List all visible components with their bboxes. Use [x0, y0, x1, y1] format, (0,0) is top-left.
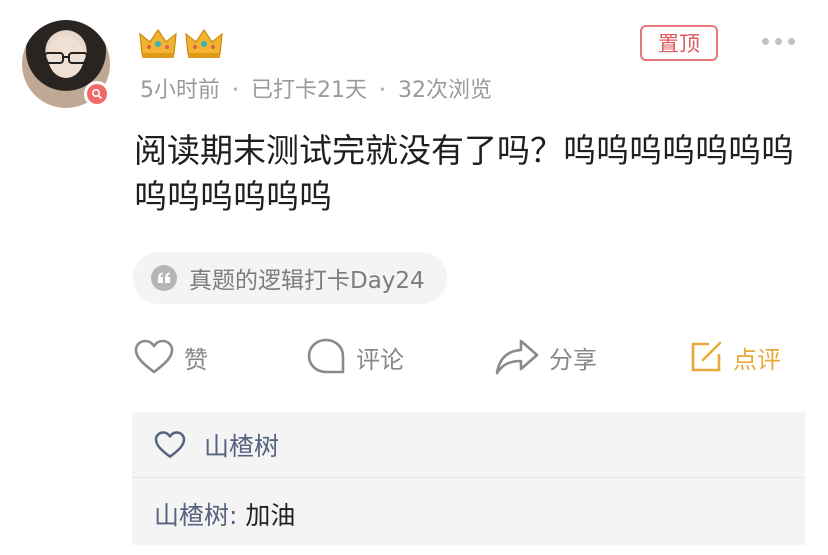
like-button[interactable]: 赞 [134, 335, 208, 379]
meta-separator: · [232, 78, 239, 103]
quote-icon [151, 265, 177, 291]
more-icon[interactable] [762, 34, 802, 48]
comment-item[interactable]: 山楂树: 加油 [154, 496, 295, 532]
comment-label: 评论 [356, 345, 404, 374]
meta-separator: · [379, 78, 386, 103]
comment-text: 加油 [237, 501, 296, 530]
heart-icon [134, 339, 174, 374]
liker-name[interactable]: 山楂树 [204, 427, 279, 463]
comment-icon [307, 338, 345, 374]
topic-tag-label: 真题的逻辑打卡Day24 [189, 268, 425, 294]
comment-author[interactable]: 山楂树 [154, 501, 229, 530]
crown-badges [138, 26, 224, 60]
share-button[interactable]: 分享 [495, 335, 597, 379]
review-button[interactable]: 点评 [689, 335, 781, 379]
avatar-badge-icon [84, 81, 110, 107]
action-bar: 赞 评论 分享 点评 [0, 335, 828, 379]
heart-icon [154, 430, 186, 458]
view-count: 32次浏览 [398, 78, 492, 103]
comment-button[interactable]: 评论 [306, 335, 404, 379]
crown-icon [185, 28, 223, 58]
topic-tag[interactable]: 真题的逻辑打卡Day24 [133, 252, 447, 304]
share-label: 分享 [549, 345, 597, 374]
checkin-days: 已打卡21天 [251, 78, 367, 103]
share-icon [495, 339, 539, 375]
pinned-badge: 置顶 [640, 25, 718, 61]
likes-row: 山楂树 [132, 412, 805, 478]
like-label: 赞 [184, 345, 208, 374]
post-content: 阅读期末测试完就没有了吗？呜呜呜呜呜呜呜呜呜呜呜呜呜 [134, 131, 794, 216]
post-meta: 5小时前 · 已打卡21天 · 32次浏览 [140, 72, 492, 104]
review-label: 点评 [733, 345, 781, 374]
post-time: 5小时前 [140, 78, 220, 103]
interaction-panel: 山楂树 山楂树: 加油 [132, 412, 805, 545]
crown-icon [139, 28, 177, 58]
edit-icon [691, 341, 722, 372]
